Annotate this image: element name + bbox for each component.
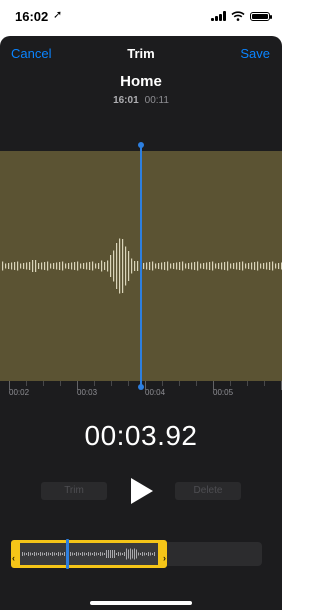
ruler-label: 00:05: [213, 388, 234, 397]
ruler-tick: [247, 381, 248, 386]
trim-sheet: Cancel Trim Save Home 16:01 00:11 00:02 0…: [0, 36, 282, 610]
ruler-tick: [60, 381, 61, 386]
cellular-signal-icon: [211, 11, 226, 21]
ruler-tick: [128, 381, 129, 386]
chevron-left-icon[interactable]: ‹: [12, 553, 15, 563]
trim-button[interactable]: Trim: [41, 482, 107, 500]
play-icon[interactable]: [129, 477, 155, 505]
status-bar: 16:02 ➚: [0, 0, 282, 36]
recording-meta: 16:01 00:11: [0, 95, 282, 106]
wifi-icon: [231, 11, 245, 21]
time-ruler: 00:02 00:03 00:04 00:05: [0, 381, 282, 401]
recording-duration: 00:11: [144, 95, 169, 106]
save-button[interactable]: Save: [240, 46, 270, 61]
ruler-tick: [196, 381, 197, 386]
recording-date: 16:01: [113, 95, 139, 106]
overview-waveform: [22, 548, 155, 560]
ruler-tick: [162, 381, 163, 386]
recording-title: Home: [120, 73, 162, 90]
ruler-label: 00:04: [145, 388, 166, 397]
ruler-tick: [230, 381, 231, 386]
ruler-tick: [264, 381, 265, 386]
ruler-tick: [43, 381, 44, 386]
status-icons: [211, 11, 272, 21]
ruler-label: 00:02: [9, 388, 30, 397]
ruler-tick: [281, 381, 282, 390]
ruler-label: 00:03: [77, 388, 98, 397]
ruler-tick: [26, 381, 27, 386]
overview-playhead[interactable]: [66, 539, 69, 569]
ruler-tick: [111, 381, 112, 386]
location-arrow-icon: ➚: [53, 9, 63, 21]
battery-icon: [250, 11, 272, 21]
playhead[interactable]: [138, 142, 144, 390]
home-indicator: [90, 601, 192, 605]
chevron-right-icon[interactable]: ›: [163, 553, 166, 563]
current-time: 00:03.92: [84, 420, 198, 451]
trim-selection[interactable]: ‹ ›: [11, 540, 167, 568]
delete-button[interactable]: Delete: [175, 482, 241, 500]
ruler-tick: [179, 381, 180, 386]
ruler-tick: [94, 381, 95, 386]
status-time: 16:02: [15, 9, 49, 24]
